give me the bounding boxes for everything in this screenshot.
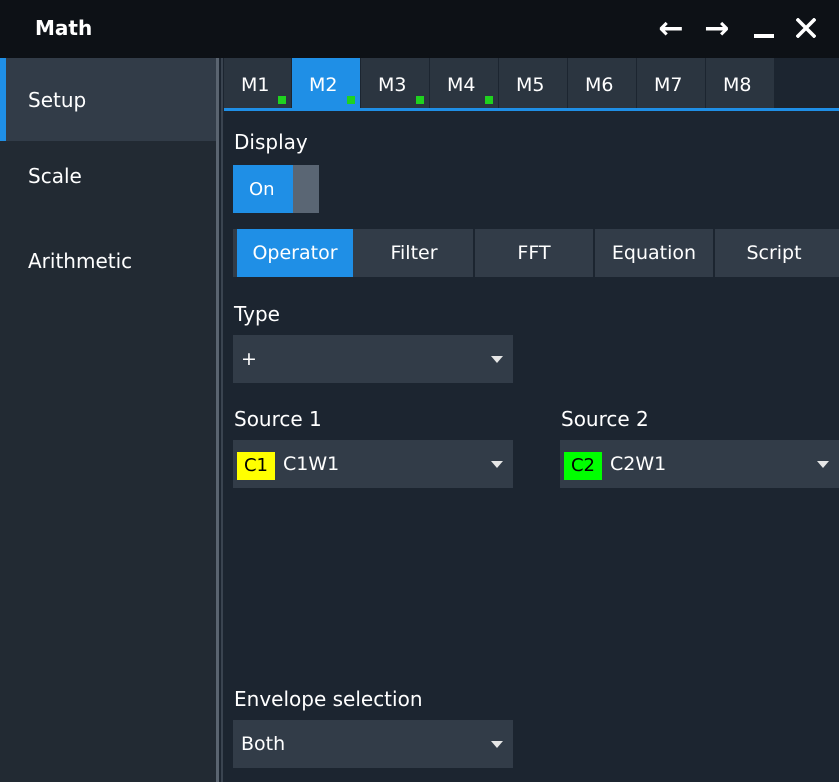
tab-label: M2: [309, 74, 338, 96]
channel-badge-c1: C1: [237, 452, 275, 480]
source2-label: Source 2: [561, 407, 649, 431]
tab-m2[interactable]: M2: [292, 58, 360, 108]
source2-dropdown[interactable]: C2 C2W1: [560, 440, 839, 488]
chevron-down-icon: [491, 461, 503, 468]
tab-label: M4: [447, 74, 476, 96]
display-toggle[interactable]: On: [233, 165, 319, 213]
minimize-icon[interactable]: [744, 8, 784, 48]
back-arrow-icon[interactable]: ←: [651, 8, 691, 48]
type-label: Type: [234, 302, 280, 326]
toggle-value: On: [249, 179, 275, 200]
tab-m4[interactable]: M4: [430, 58, 498, 108]
tab-label: M3: [378, 74, 407, 96]
tab-label: M5: [516, 74, 545, 96]
source1-value: C1W1: [283, 453, 340, 475]
sidebar-item-label: Scale: [28, 164, 82, 188]
type-dropdown[interactable]: +: [233, 335, 513, 383]
display-label: Display: [234, 130, 308, 154]
sidebar-item-scale[interactable]: Scale: [0, 144, 216, 227]
active-indicator-icon: [347, 96, 355, 104]
source2-value: C2W1: [610, 453, 667, 475]
sidebar-item-arithmetic[interactable]: Arithmetic: [0, 229, 216, 312]
active-indicator-icon: [485, 96, 493, 104]
active-indicator-icon: [416, 96, 424, 104]
tab-m3[interactable]: M3: [361, 58, 429, 108]
envelope-label: Envelope selection: [234, 687, 423, 711]
tab-label: M6: [585, 74, 614, 96]
mode-script[interactable]: Script: [715, 229, 833, 277]
source1-dropdown[interactable]: C1 C1W1: [233, 440, 513, 488]
sidebar: Setup Scale Arithmetic: [0, 58, 216, 782]
window-title: Math: [35, 16, 93, 40]
math-tabs: M1 M2 M3 M4 M5 M6 M7 M8: [224, 58, 839, 110]
mode-equation[interactable]: Equation: [595, 229, 713, 277]
sidebar-item-setup[interactable]: Setup: [0, 58, 216, 141]
chevron-down-icon: [491, 741, 503, 748]
sidebar-divider: [216, 58, 219, 782]
tab-underline: [224, 108, 839, 111]
mode-filter[interactable]: Filter: [356, 229, 472, 277]
toggle-on-state: On: [233, 165, 293, 213]
envelope-value: Both: [241, 733, 286, 755]
type-value: +: [241, 348, 257, 370]
forward-arrow-icon[interactable]: →: [697, 8, 737, 48]
tab-m5[interactable]: M5: [499, 58, 567, 108]
source1-label: Source 1: [234, 407, 322, 431]
sidebar-item-label: Arithmetic: [28, 249, 133, 273]
mode-fft[interactable]: FFT: [475, 229, 593, 277]
tab-m8[interactable]: M8: [706, 58, 774, 108]
tab-m7[interactable]: M7: [637, 58, 705, 108]
chevron-down-icon: [817, 461, 829, 468]
tab-m6[interactable]: M6: [568, 58, 636, 108]
tab-label: M7: [654, 74, 683, 96]
mode-selector: Operator Filter FFT Equation Script: [233, 229, 839, 277]
tab-label: M8: [723, 74, 752, 96]
toggle-knob: [293, 165, 319, 213]
sidebar-divider-inner: [221, 58, 223, 782]
mode-operator[interactable]: Operator: [237, 229, 353, 277]
title-bar: Math ← →: [0, 0, 839, 58]
close-icon[interactable]: [786, 8, 826, 48]
tab-m1[interactable]: M1: [224, 58, 291, 108]
chevron-down-icon: [491, 356, 503, 363]
active-indicator-icon: [278, 96, 286, 104]
channel-badge-c2: C2: [564, 452, 602, 480]
tab-label: M1: [241, 74, 270, 96]
envelope-dropdown[interactable]: Both: [233, 720, 513, 768]
sidebar-item-label: Setup: [28, 88, 87, 112]
